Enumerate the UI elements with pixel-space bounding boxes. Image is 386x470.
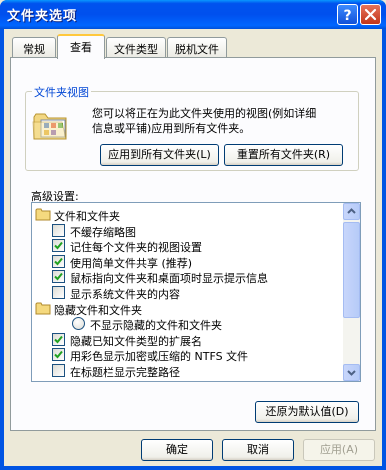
reset-all-folders-button[interactable]: 重置所有文件夹(R) [224, 144, 343, 166]
checkbox[interactable] [52, 364, 65, 377]
checkbox[interactable] [52, 348, 65, 362]
checkbox[interactable] [52, 286, 65, 299]
tab-file-types[interactable]: 文件类型 [106, 37, 166, 57]
advanced-setting-checkbox-item[interactable]: 显示系统文件夹的内容 [32, 284, 342, 301]
folder-views-icon [32, 113, 67, 140]
title-bar[interactable]: 文件夹选项 ? [0, 0, 386, 29]
folder-views-desc-line1: 您可以将正在为此文件夹使用的视图(例如详细 [92, 107, 317, 120]
scrollbar-thumb[interactable] [343, 222, 360, 319]
apply-button[interactable]: 应用(A) [303, 439, 375, 461]
advanced-setting-radio-item[interactable]: 不显示隐藏的文件和文件夹 [32, 315, 342, 332]
scroll-up-button[interactable] [343, 203, 360, 220]
tab-general[interactable]: 常规 [12, 37, 56, 57]
svg-text:?: ? [343, 8, 351, 24]
folder-views-group: 文件夹视图 您可以将正在为此文件夹使用的视图(例如详细 信息或平铺)应用到所有文… [25, 84, 359, 171]
checkbox[interactable] [52, 332, 65, 346]
checkbox[interactable] [52, 254, 65, 268]
vertical-scrollbar[interactable] [343, 203, 360, 381]
checkbox[interactable] [52, 270, 65, 284]
advanced-setting-checkbox-item[interactable]: 隐藏已知文件类型的扩展名 [32, 331, 342, 348]
advanced-settings-list[interactable]: 文件和文件夹 不缓存缩略图 记住每个文件夹的视图设置 使用简单文件共享 (推荐) 鼠标指… [31, 202, 361, 382]
checkmark-icon [54, 335, 63, 344]
folder-icon [35, 208, 51, 221]
advanced-setting-checkbox-item[interactable]: 不缓存缩略图 [32, 222, 342, 239]
advanced-setting-checkbox-item[interactable]: 使用简单文件共享 (推荐) [32, 253, 342, 270]
tab-view-label: 查看 [70, 41, 92, 54]
help-button[interactable]: ? [337, 4, 358, 25]
apply-to-all-folders-button[interactable]: 应用到所有文件夹(L) [100, 144, 219, 166]
advanced-setting-folder-item: 隐藏文件和文件夹 [32, 300, 342, 317]
checkmark-icon [54, 273, 63, 281]
ok-button[interactable]: 确定 [141, 439, 213, 461]
view-tab-panel: 文件夹视图 您可以将正在为此文件夹使用的视图(例如详细 信息或平铺)应用到所有文… [10, 57, 376, 431]
close-icon [364, 8, 377, 21]
tab-file-types-label: 文件类型 [114, 43, 158, 56]
chevron-up-icon [347, 208, 356, 214]
advanced-setting-checkbox-item[interactable]: 鼠标指向文件夹和桌面项时显示提示信息 [32, 268, 342, 285]
folder-views-desc-line2: 信息或平铺)应用到所有文件夹。 [92, 122, 251, 135]
radio-button[interactable] [72, 317, 85, 331]
advanced-setting-checkbox-item[interactable]: 在标题栏显示完整路径 [32, 362, 342, 379]
checkmark-icon [54, 242, 63, 250]
close-button[interactable] [360, 4, 381, 25]
tab-offline-files-label: 脱机文件 [175, 43, 219, 56]
tab-view[interactable]: 查看 [57, 34, 105, 59]
folder-views-description: 您可以将正在为此文件夹使用的视图(例如详细 信息或平铺)应用到所有文件夹。 [92, 106, 354, 136]
checkmark-icon [54, 351, 63, 359]
advanced-setting-checkbox-item[interactable]: 记住每个文件夹的视图设置 [32, 237, 342, 254]
folder-views-legend: 文件夹视图 [32, 84, 91, 100]
dialog-body: 常规 查看 文件类型 脱机文件 文件夹视图 您可以将正在为此文件夹使用的视图(例… [4, 29, 382, 466]
folder-icon [35, 302, 51, 315]
chevron-down-icon [347, 370, 356, 376]
advanced-setting-folder-item: 文件和文件夹 [32, 206, 342, 223]
scroll-down-button[interactable] [343, 364, 360, 381]
tab-offline-files[interactable]: 脱机文件 [167, 37, 227, 57]
restore-defaults-button[interactable]: 还原为默认值(D) [255, 401, 359, 423]
folder-options-dialog: 文件夹选项 ? 常规 查看 文件类型 脱机文件 文件夹视图 您可以将正在为此文件… [0, 0, 386, 470]
advanced-setting-checkbox-item[interactable]: 用彩色显示加密或压缩的 NTFS 文件 [32, 346, 342, 363]
tab-general-label: 常规 [23, 43, 45, 56]
cancel-button[interactable]: 取消 [222, 439, 294, 461]
checkbox[interactable] [52, 239, 65, 253]
advanced-setting-label: 在标题栏显示完整路径 [70, 366, 180, 379]
window-title: 文件夹选项 [7, 9, 78, 24]
checkbox[interactable] [52, 223, 65, 237]
question-mark-icon: ? [343, 8, 351, 24]
checkmark-icon [54, 257, 63, 266]
